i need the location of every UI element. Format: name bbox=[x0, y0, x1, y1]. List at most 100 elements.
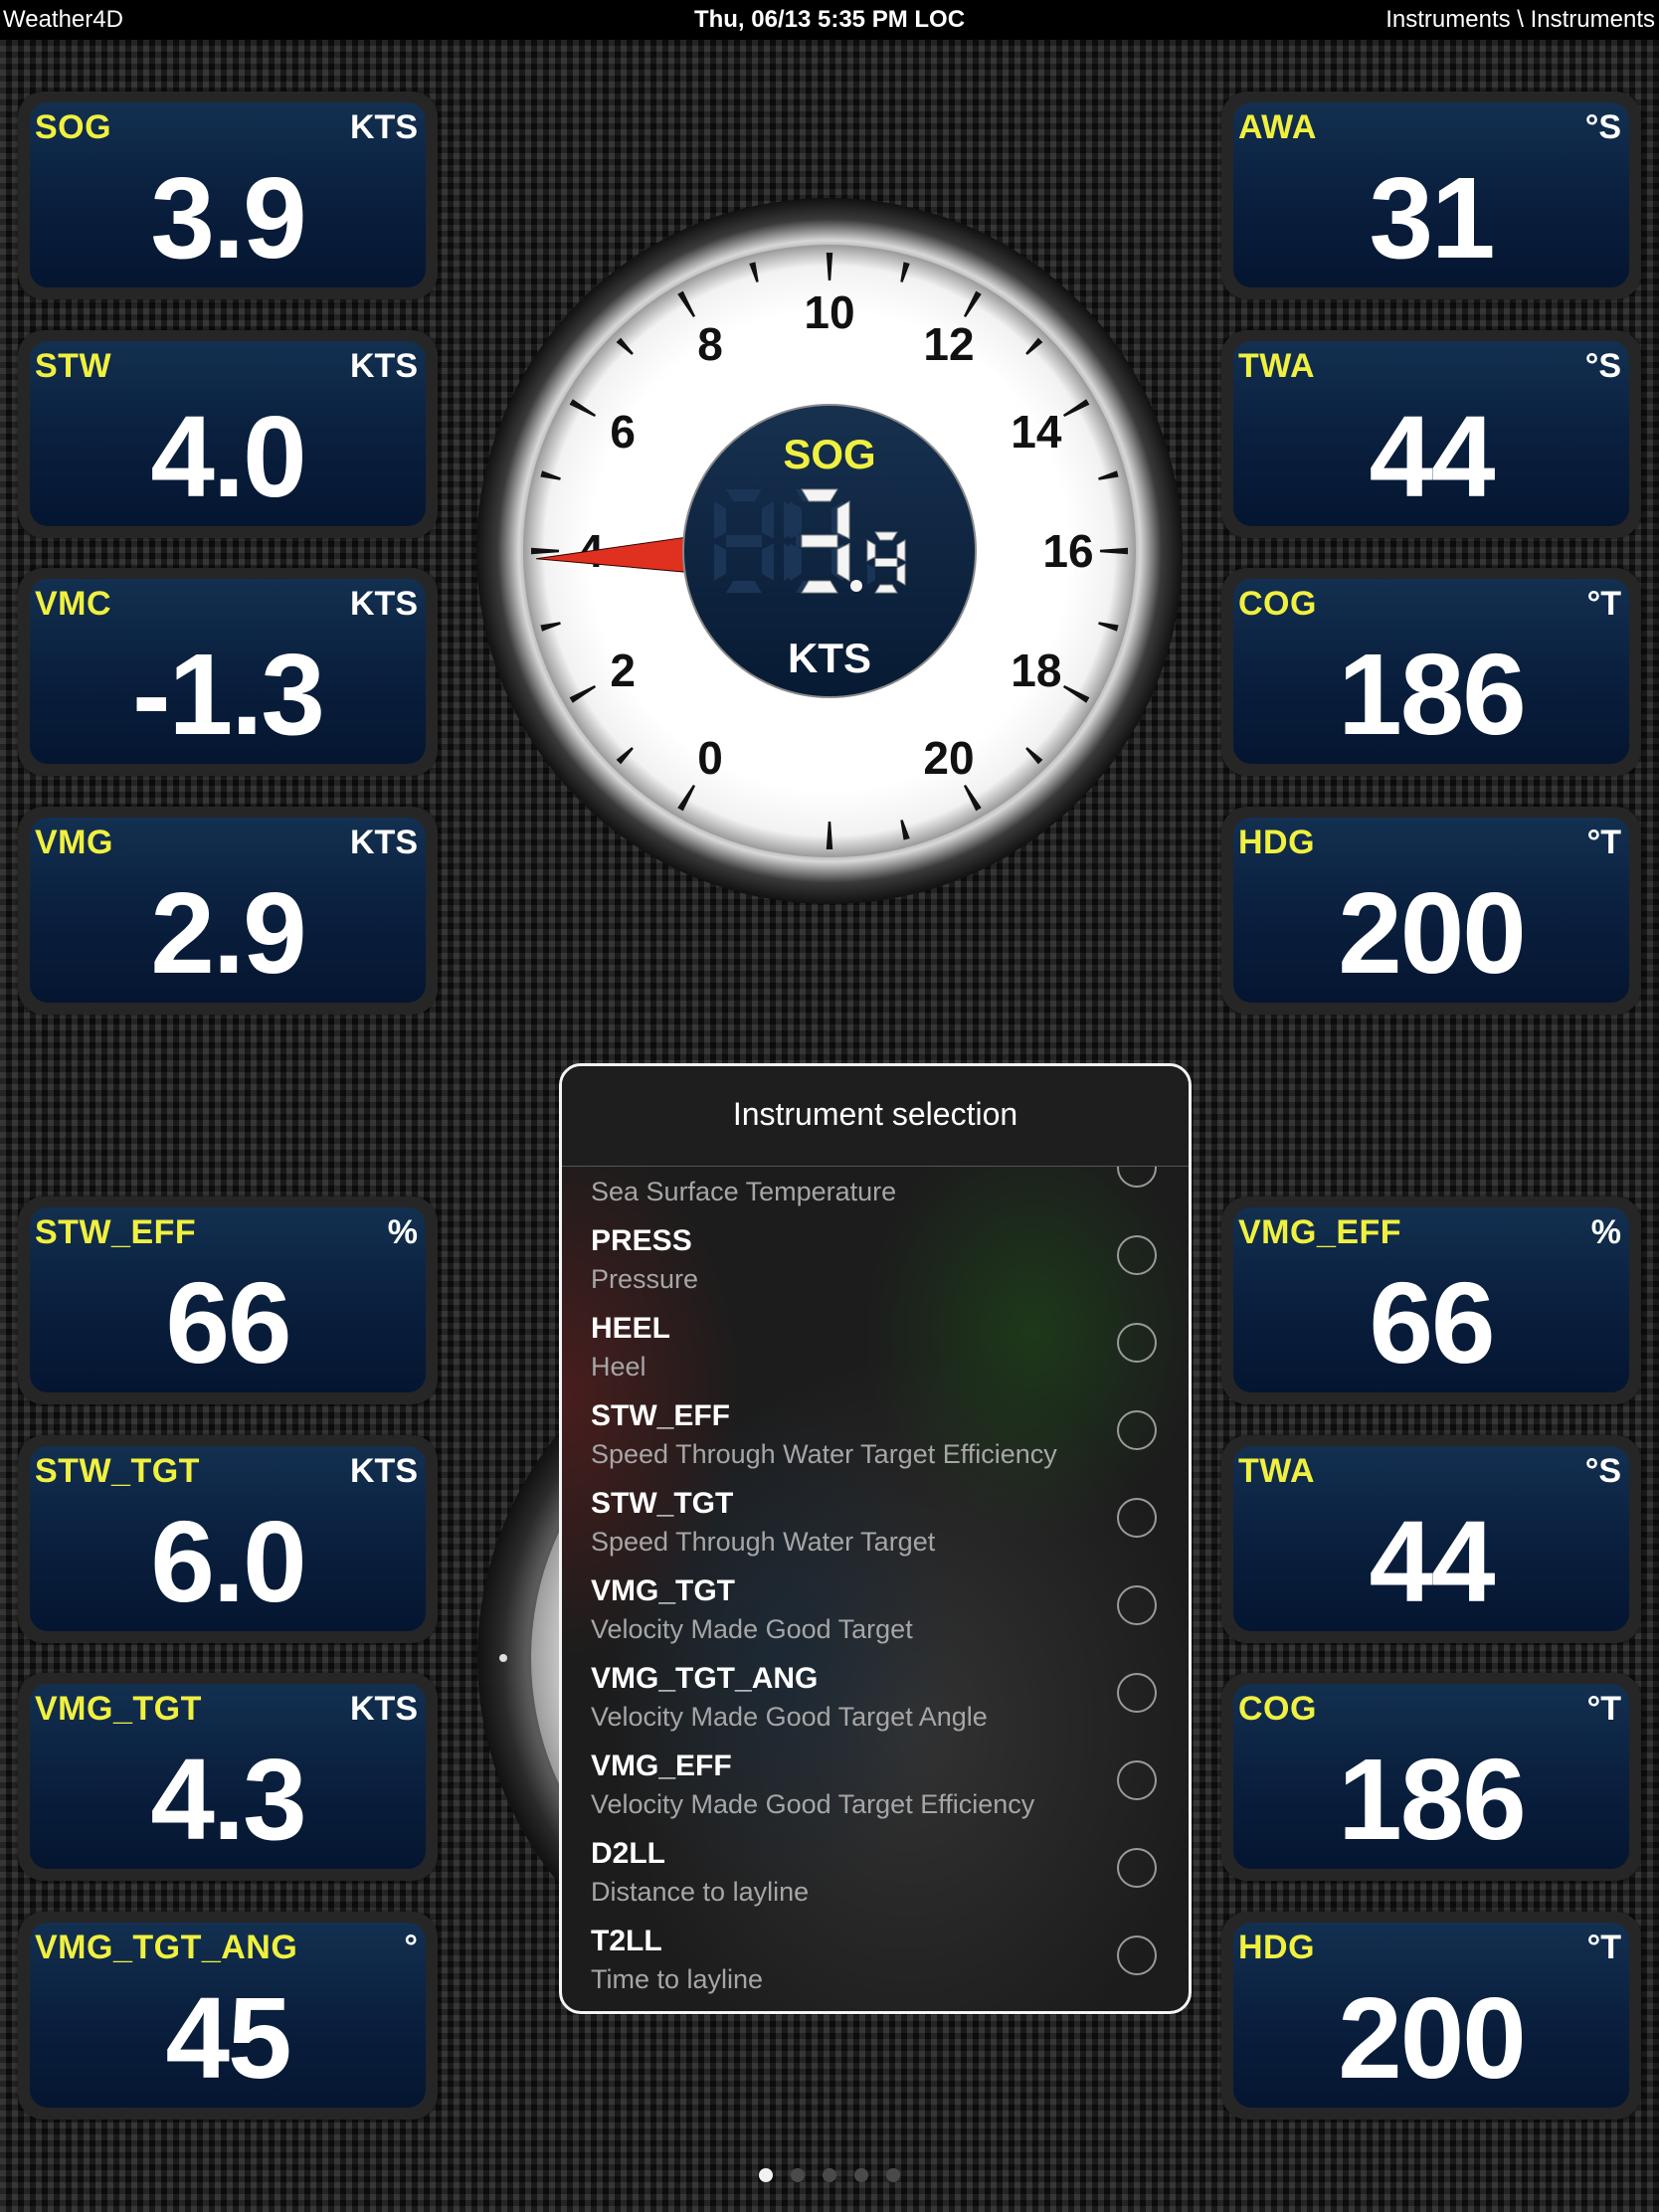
option-code: STW_EFF bbox=[591, 1399, 730, 1432]
instrument-tile-vmc[interactable]: VMC KTS -1.3 bbox=[18, 568, 438, 776]
popup-title: Instrument selection bbox=[732, 1096, 1018, 1132]
tile-value: 186 bbox=[1338, 1735, 1527, 1864]
instrument-option-heel[interactable]: HEEL Heel bbox=[562, 1308, 1189, 1395]
tile-panel: STW KTS 4.0 bbox=[30, 341, 426, 526]
gauge-tick-label: 20 bbox=[923, 732, 974, 784]
gauge-tick-label: 12 bbox=[923, 318, 974, 370]
tile-panel: STW_TGT KTS 6.0 bbox=[30, 1446, 426, 1631]
instrument-tile-cog[interactable]: COG °T 186 bbox=[1221, 1673, 1641, 1881]
radio-button[interactable] bbox=[1117, 1167, 1157, 1188]
tile-unit: °S bbox=[1584, 108, 1621, 146]
instrument-tile-awa[interactable]: AWA °S 31 bbox=[1221, 92, 1641, 299]
tile-value: 44 bbox=[1369, 392, 1495, 521]
gauge-tick-label: 10 bbox=[804, 286, 854, 338]
segment-b bbox=[836, 500, 850, 540]
tile-unit: KTS bbox=[350, 1690, 418, 1728]
radio-button[interactable] bbox=[1117, 1585, 1157, 1625]
instrument-list[interactable]: SST Sea Surface Temperature PRESS Pressure H… bbox=[562, 1167, 1189, 2011]
tile-value: 66 bbox=[1369, 1258, 1495, 1387]
option-description: Speed Through Water Target Efficiency bbox=[591, 1439, 1057, 1469]
page-dot-4[interactable] bbox=[854, 2168, 868, 2182]
tile-unit: % bbox=[387, 1213, 418, 1251]
tile-label: VMG bbox=[35, 824, 113, 861]
sog-gauge-label: SOG bbox=[783, 431, 875, 477]
radio-button[interactable] bbox=[1117, 1498, 1157, 1538]
segment-g bbox=[726, 535, 762, 547]
page-dot-2[interactable] bbox=[791, 2168, 805, 2182]
instrument-tile-stw-tgt[interactable]: STW_TGT KTS 6.0 bbox=[18, 1435, 438, 1643]
instrument-option-sst[interactable]: SST Sea Surface Temperature bbox=[562, 1167, 1189, 1220]
tile-panel: VMG_EFF% 66 bbox=[1233, 1207, 1629, 1392]
gauge-tick-label: 16 bbox=[1042, 525, 1093, 577]
option-description: Pressure bbox=[591, 1264, 699, 1294]
radio-button[interactable] bbox=[1117, 1760, 1157, 1800]
instrument-option-d2ll[interactable]: D2LL Distance to layline bbox=[562, 1833, 1189, 1921]
tile-panel: AWA °S 31 bbox=[1233, 102, 1629, 287]
tile-panel: HDG °T 200 bbox=[1233, 818, 1629, 1003]
instrument-tile-twa[interactable]: TWA °S 44 bbox=[1221, 330, 1641, 538]
tile-unit: % bbox=[1590, 1213, 1621, 1251]
option-description: Time to layline bbox=[591, 1964, 764, 1994]
tile-label: TWA bbox=[1238, 1452, 1316, 1490]
tile-panel: VMG_TGT_ANG ° 45 bbox=[30, 1923, 426, 2108]
instrument-tile-cog[interactable]: COG °T 186 bbox=[1221, 568, 1641, 776]
radio-button[interactable] bbox=[1117, 1848, 1157, 1888]
radio-button[interactable] bbox=[1117, 1323, 1157, 1363]
radio-button[interactable] bbox=[1117, 1410, 1157, 1450]
instrument-tile-vmg-tgt[interactable]: VMG_TGT KTS 4.3 bbox=[18, 1673, 438, 1881]
breadcrumb[interactable]: Instruments \ Instruments bbox=[1385, 0, 1655, 40]
tile-label: AWA bbox=[1238, 108, 1317, 146]
instrument-option-vmg-eff[interactable]: VMG_EFF Velocity Made Good Target Efficie… bbox=[562, 1746, 1189, 1833]
radio-button[interactable] bbox=[1117, 1235, 1157, 1275]
tile-label: HDG bbox=[1238, 1929, 1316, 1966]
instrument-tile-vmg[interactable]: VMG KTS 2.9 bbox=[18, 807, 438, 1014]
instrument-tile-twa[interactable]: TWA °S 44 bbox=[1221, 1435, 1641, 1643]
tile-unit: KTS bbox=[350, 824, 418, 861]
option-description: Distance to layline bbox=[591, 1877, 810, 1907]
instrument-option-vmg-tgt-ang[interactable]: VMG_TGT_ANG Velocity Made Good Target Ang… bbox=[562, 1658, 1189, 1746]
instrument-tile-stw[interactable]: STW KTS 4.0 bbox=[18, 330, 438, 538]
tile-value: 45 bbox=[165, 1973, 291, 2103]
tile-unit: KTS bbox=[350, 108, 418, 146]
instrument-tile-sog[interactable]: SOG KTS 3.9 bbox=[18, 92, 438, 299]
tile-value: 4.0 bbox=[150, 392, 306, 521]
instrument-option-stw-eff[interactable]: STW_EFF Speed Through Water Target Effici… bbox=[562, 1395, 1189, 1483]
option-code: STW_TGT bbox=[591, 1487, 734, 1520]
instrument-option-stw-tgt[interactable]: STW_TGT Speed Through Water Target bbox=[562, 1483, 1189, 1570]
tile-value: 31 bbox=[1369, 153, 1495, 282]
segment-g bbox=[801, 534, 838, 548]
option-code: SST bbox=[591, 1167, 648, 1171]
instrument-selection-popup[interactable]: Instrument selection SST Sea Surface Temp… bbox=[559, 1063, 1192, 2014]
page-dot-3[interactable] bbox=[823, 2168, 836, 2182]
tile-panel: VMG_TGT KTS 4.3 bbox=[30, 1684, 426, 1869]
rim-marker bbox=[499, 1654, 507, 1662]
instrument-option-t2ll[interactable]: T2LL Time to layline bbox=[562, 1921, 1189, 2008]
option-description: Speed Through Water Target bbox=[591, 1527, 936, 1557]
tile-unit: °T bbox=[1586, 1690, 1621, 1728]
radio-button[interactable] bbox=[1117, 1936, 1157, 1975]
gauge-tick-label: 14 bbox=[1011, 406, 1062, 458]
instrument-option-vmg-tgt[interactable]: VMG_TGT Velocity Made Good Target bbox=[562, 1570, 1189, 1658]
radio-button[interactable] bbox=[1117, 1673, 1157, 1713]
tile-panel: SOG KTS 3.9 bbox=[30, 102, 426, 287]
gauge-tick-label: 18 bbox=[1011, 645, 1061, 696]
option-description: Sea Surface Temperature bbox=[591, 1177, 897, 1206]
instrument-tile-vmg-tgt-ang[interactable]: VMG_TGT_ANG ° 45 bbox=[18, 1912, 438, 2120]
tile-label: VMC bbox=[35, 585, 112, 623]
page-dot-5[interactable] bbox=[886, 2168, 900, 2182]
option-code: VMG_TGT bbox=[591, 1574, 736, 1607]
instrument-tile-hdg[interactable]: HDG °T 200 bbox=[1221, 1912, 1641, 2120]
tile-value: 200 bbox=[1338, 868, 1527, 998]
decimal-point bbox=[850, 580, 862, 592]
instrument-option-press[interactable]: PRESS Pressure bbox=[562, 1220, 1189, 1308]
option-description: Velocity Made Good Target bbox=[591, 1614, 913, 1644]
instrument-tile-hdg[interactable]: HDG °T 200 bbox=[1221, 807, 1641, 1014]
sog-speed-gauge[interactable]: 02468101214161820 SOG KTS bbox=[473, 195, 1186, 907]
tile-unit: °T bbox=[1586, 585, 1621, 623]
tile-unit: KTS bbox=[350, 347, 418, 385]
instrument-tile-stw-eff[interactable]: STW_EFF% 66 bbox=[18, 1197, 438, 1404]
page-dot-1[interactable] bbox=[759, 2168, 773, 2182]
tile-label: SOG bbox=[35, 108, 112, 146]
instrument-tile-vmg-eff[interactable]: VMG_EFF% 66 bbox=[1221, 1197, 1641, 1404]
option-code: HEEL bbox=[591, 1312, 671, 1345]
